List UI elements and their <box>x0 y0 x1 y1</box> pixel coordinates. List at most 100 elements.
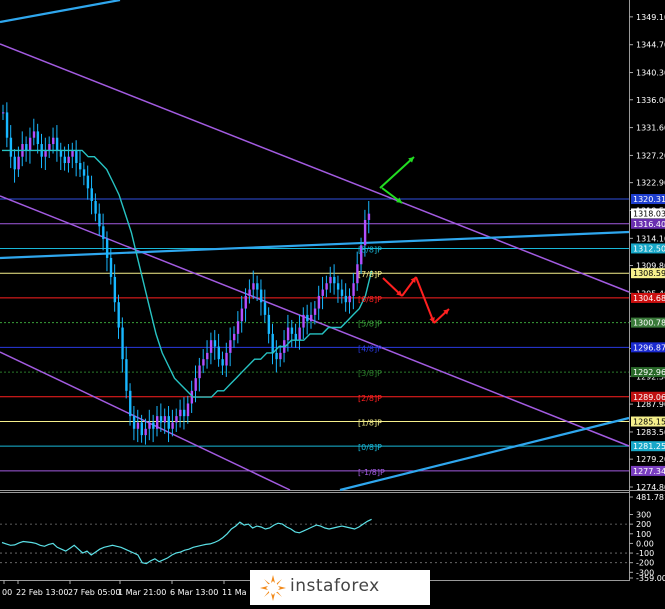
price-label-text: 1312.50 <box>633 244 665 253</box>
murrey-level-label: [6/8]P <box>358 295 382 304</box>
candle-body <box>236 321 240 334</box>
osc-tick-label: -359.0001 <box>636 574 665 583</box>
candle-body <box>352 283 355 296</box>
candle-body <box>82 169 86 176</box>
candle-body <box>329 276 332 284</box>
candle-body <box>136 422 140 429</box>
osc-tick-label: 0.00 <box>636 539 654 548</box>
price-tick-label: 1283.50 <box>636 428 665 437</box>
chart-stage: [8/8]P [7/8]P [6/8]P [5/8]P [4/8]P [3/8]P [2/8… <box>0 0 665 605</box>
price-tick-label: 1322.90 <box>636 179 665 188</box>
candle-body <box>294 333 297 341</box>
candle-body <box>317 295 321 309</box>
candle-body <box>109 257 113 277</box>
candle-body <box>194 378 197 391</box>
price-tick-label: 1344.70 <box>636 41 665 50</box>
candle-body <box>117 302 120 328</box>
candle-body <box>336 283 340 290</box>
candle-body <box>98 213 101 227</box>
candle-body <box>48 144 51 151</box>
candle-body <box>113 276 117 303</box>
price-tick-label: 1331.60 <box>636 124 665 133</box>
osc-tick-label: 100 <box>636 530 651 539</box>
candle-body <box>233 333 236 341</box>
osc-tick-label: 300 <box>636 511 651 520</box>
candle-body <box>340 289 344 296</box>
candle-body <box>125 359 128 391</box>
candle-body <box>17 156 20 170</box>
time-tick-label: 27 Feb 05:00 <box>68 588 120 597</box>
candle-body <box>275 352 278 360</box>
candle-body <box>325 283 328 290</box>
candle-body <box>156 416 159 429</box>
candle-body <box>28 137 32 151</box>
candle-body <box>225 352 228 366</box>
candle-body <box>206 352 209 360</box>
candle-body <box>248 289 251 296</box>
price-tick-label: 1336.00 <box>636 96 665 105</box>
price-label-text: 1292.96 <box>633 368 665 377</box>
candle-body <box>32 131 36 138</box>
osc-tick-label: -200 <box>636 559 654 568</box>
candle-body <box>321 289 324 296</box>
candle-body <box>140 422 143 436</box>
osc-tick-label: -100 <box>636 549 654 558</box>
murrey-level-label: [1/8]P <box>358 419 382 428</box>
candle-body <box>244 295 247 309</box>
candle-body <box>79 163 82 170</box>
price-label-text: 1300.78 <box>633 319 665 328</box>
candle-body <box>310 314 313 322</box>
candle-body <box>175 416 178 423</box>
osc-tick-label: 200 <box>636 520 651 529</box>
candle-body <box>44 150 47 157</box>
candle-body <box>298 327 301 341</box>
candle-body <box>121 327 124 360</box>
murrey-level-label: [5/8]P <box>358 320 382 329</box>
price-label-text: 1289.06 <box>633 393 665 402</box>
price-label-text: 1316.40 <box>633 220 665 229</box>
candle-body <box>306 314 309 322</box>
murrey-level-label: [-1/8]P <box>358 468 385 477</box>
candle-body <box>252 283 255 290</box>
price-tick-label: 1274.80 <box>636 483 665 492</box>
candle-body <box>167 416 170 429</box>
candle-body <box>36 131 40 145</box>
candle-body <box>144 428 147 436</box>
price-tick-label: 1340.30 <box>636 69 665 78</box>
chart-background <box>0 0 665 605</box>
time-tick-label: 22 Feb 13:00 <box>16 588 68 597</box>
candle-body <box>263 302 267 315</box>
candle-body <box>348 295 351 303</box>
candle-body <box>198 365 201 379</box>
candle-body <box>52 137 55 145</box>
candle-body <box>279 352 282 360</box>
price-label-text: 1296.87 <box>633 343 665 352</box>
price-label-text: 1277.34 <box>633 467 665 476</box>
price-chart: [8/8]P [7/8]P [6/8]P [5/8]P [4/8]P [3/8]P [2/8… <box>0 0 665 605</box>
candle-body <box>71 150 74 157</box>
candle-body <box>94 200 97 214</box>
murrey-level-label: [0/8]P <box>358 443 382 452</box>
price-tick-label: 1349.10 <box>636 13 665 22</box>
candle-body <box>363 219 367 246</box>
candle-body <box>286 327 290 341</box>
candle-body <box>86 175 90 189</box>
candle-body <box>267 314 271 334</box>
candle-body <box>152 422 155 429</box>
candle-body <box>179 409 182 417</box>
candle-body <box>129 390 132 417</box>
price-tick-label: 1327.20 <box>636 151 665 160</box>
candle-body <box>132 416 136 429</box>
price-label-text: 1320.31 <box>633 195 665 204</box>
candle-body <box>217 346 220 360</box>
osc-tick-label: 481.7813 <box>636 493 665 502</box>
time-tick-label: 11 Ma <box>222 588 247 597</box>
price-label-text: 1281.25 <box>633 442 665 451</box>
candle-body <box>105 238 109 258</box>
candle-body <box>202 359 205 366</box>
murrey-level-label: [8/8]P <box>358 245 382 254</box>
candle-body <box>59 150 63 157</box>
candle-body <box>55 137 59 151</box>
price-tick-label: 1314.10 <box>636 234 665 243</box>
candle-body <box>159 416 163 423</box>
